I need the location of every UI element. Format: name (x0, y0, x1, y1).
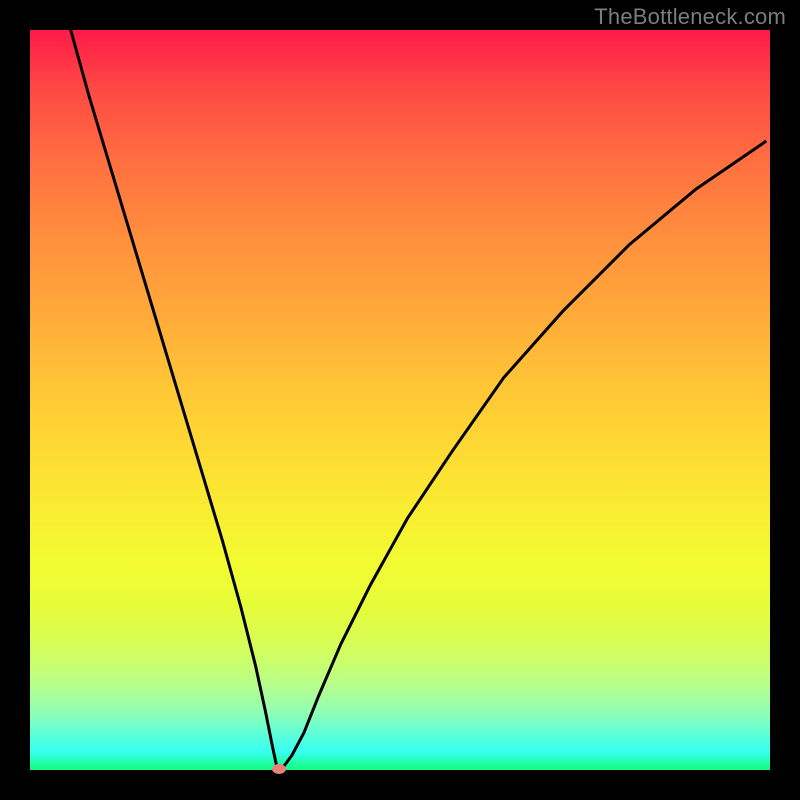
bottleneck-curve-path (71, 30, 767, 769)
bottleneck-curve-svg (30, 30, 770, 770)
optimal-point-marker (272, 764, 286, 774)
watermark-text: TheBottleneck.com (594, 4, 786, 30)
chart-frame: TheBottleneck.com (0, 0, 800, 800)
